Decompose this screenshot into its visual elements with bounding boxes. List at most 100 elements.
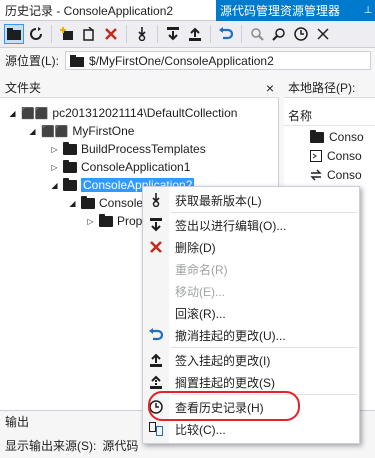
list-item[interactable]: Conso [284,147,362,165]
collapsed-arrow-icon[interactable]: ▷ [86,217,95,226]
source-location-field[interactable]: $/MyFirstOne/ConsoleApplication2 [65,51,371,70]
menu-item-checkin[interactable]: 签入挂起的更改(I) [143,349,359,371]
undo-icon [143,328,169,342]
source-location-label: 源位置(L): [5,54,60,68]
shelve-icon [143,375,169,389]
menu-item-label: 回滚(R)... [175,306,226,321]
name-column-label: 名称 [288,109,313,123]
checkin-icon [143,353,169,367]
menu-item-rename[interactable]: 重命名(R) [143,258,359,280]
tree-node-label: Prop [117,214,143,228]
list-item-label: Conso [327,149,362,163]
output-source-label: 显示输出来源(S): [5,438,97,453]
local-path-header: 本地路径(P): [284,78,375,98]
history-window-title: 历史记录 - ConsoleApplication2 [0,0,216,21]
source-location-path: $/MyFirstOne/ConsoleApplication2 [89,53,274,68]
toolbar-separator [210,25,211,43]
menu-item-checkout[interactable]: 签出以进行编辑(O)... [143,214,359,236]
toolbar-separator [157,25,158,43]
compare-icon [143,422,169,436]
refresh-icon [30,27,42,40]
annotation-highlight-ring [148,391,300,421]
menu-item-label: 比较(C)... [175,422,226,437]
tree-node-label: ConsoleApplication1 [81,160,191,174]
more-icon [317,28,329,40]
tree-node-folder[interactable]: ◢ Console [68,194,143,212]
menu-item-label: 签入挂起的更改(I) [175,353,271,368]
output-source-select[interactable]: 源代码 [102,437,138,454]
folder-icon [99,213,113,227]
collapsed-arrow-icon[interactable]: ▷ [50,145,59,154]
menu-item-shelve[interactable]: 搁置挂起的更改(S) [143,371,359,393]
source-location-row: 源位置(L): $/MyFirstOne/ConsoleApplication2 [0,48,375,73]
folders-panel-header: 文件夹 × [0,78,279,98]
delete-button[interactable] [101,24,121,44]
checkout-button[interactable] [163,24,183,44]
name-column-header[interactable]: 名称 [284,106,375,126]
delete-icon [105,28,117,40]
menu-item-label: 搁置挂起的更改(S) [175,375,275,390]
add-items-icon [60,27,73,40]
get-latest-icon [143,193,169,207]
folders-panel-title: 文件夹 [5,81,42,95]
undo-button[interactable] [216,24,236,44]
menu-item-label: 移动(E)... [175,284,225,299]
menu-separator [171,347,357,348]
history-icon [294,27,308,41]
tree-node-label: MyFirstOne [72,124,135,138]
folder-icon [63,159,77,173]
menu-item-label: 删除(D) [175,240,216,255]
expand-arrow-icon[interactable]: ◢ [8,109,17,118]
checkin-button[interactable] [185,24,205,44]
explorer-title-text: 源代码管理资源管理器 [220,4,341,18]
menu-item-undo-pending[interactable]: 撤消挂起的更改(U)... [143,324,359,346]
delete-icon [143,241,169,253]
close-icon[interactable]: × [266,80,274,96]
expand-arrow-icon[interactable]: ◢ [50,181,59,190]
compare-icon [251,28,264,41]
toolbar-separator [126,25,127,43]
pin-icon[interactable]: ⊥ [361,5,375,16]
refresh-button[interactable] [26,24,46,44]
tree-node-label: Console [99,196,144,210]
list-item[interactable]: Conso [284,128,364,146]
menu-item-move[interactable]: 移动(E)... [143,280,359,302]
new-folder-icon [7,28,21,40]
new-folder-button[interactable] [4,24,24,44]
menu-separator [171,212,357,213]
toolbar-separator [241,25,242,43]
menu-item-label: 重命名(R) [175,262,228,277]
collapsed-arrow-icon[interactable]: ▷ [50,163,59,172]
menu-item-compare[interactable]: 比较(C)... [143,418,359,440]
map-button[interactable] [79,24,99,44]
tree-node-folder[interactable]: ▷ Prop [86,212,142,230]
expand-arrow-icon[interactable]: ◢ [68,199,77,208]
compare-button[interactable] [247,24,267,44]
menu-item-label: 获取最新版本(L) [175,193,262,208]
menu-item-delete[interactable]: 删除(D) [143,236,359,258]
history-button[interactable] [291,24,311,44]
find-button[interactable] [269,24,289,44]
find-icon [272,28,285,41]
folder-icon [63,141,77,155]
tree-node-folder[interactable]: ▷ ConsoleApplication1 [50,158,190,176]
project-file-icon [310,150,322,162]
code-file-icon [310,169,322,181]
tree-node-collection[interactable]: ◢ ⬛⬛ pc201312021114\DefaultCollection [8,104,237,122]
expand-arrow-icon[interactable]: ◢ [28,127,37,136]
more-button[interactable] [313,24,333,44]
checkout-icon [167,27,179,41]
menu-item-label: 签出以进行编辑(O)... [175,218,287,233]
menu-item-rollback[interactable]: 回滚(R)... [143,302,359,324]
add-items-button[interactable] [57,24,77,44]
get-latest-button[interactable] [132,24,152,44]
menu-item-get-latest[interactable]: 获取最新版本(L) [143,189,359,211]
map-icon [83,27,94,41]
tree-node-folder[interactable]: ▷ BuildProcessTemplates [50,140,206,158]
source-control-explorer-title[interactable]: 源代码管理资源管理器 ⊥ [216,0,375,21]
list-item[interactable]: Conso [284,166,362,184]
toolbar-separator [51,25,52,43]
tree-node-project[interactable]: ◢ ⬛⬛ MyFirstOne [28,122,134,140]
checkout-icon [143,218,169,232]
team-project-icon: ⬛⬛ [41,125,69,138]
